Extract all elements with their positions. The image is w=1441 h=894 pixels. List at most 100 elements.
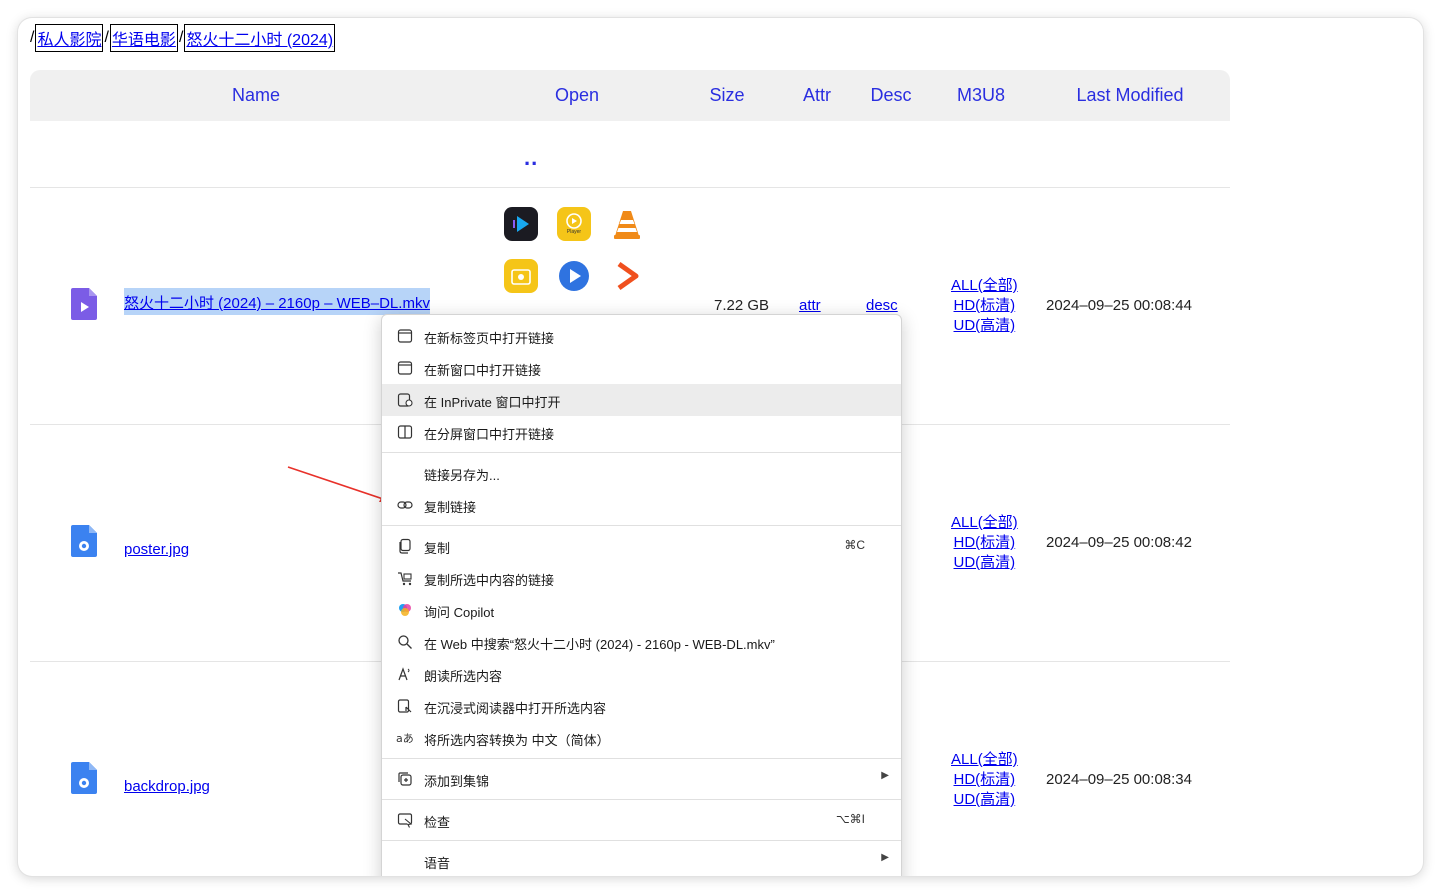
menu-item-label: 添加到集锦 [424,774,490,789]
breadcrumb-current-folder[interactable]: 怒火十二小时 (2024) [184,24,336,52]
attr-link[interactable]: attr [799,297,821,314]
menu-item-save-link-as[interactable]: 链接另存为... [382,457,901,489]
menu-item-label: 检查 [424,815,451,830]
menu-separator [382,840,901,841]
inspect-icon [396,811,414,829]
column-header-name[interactable]: Name [232,85,280,106]
breadcrumb-separator: / [104,29,109,46]
desc-link[interactable]: desc [866,297,898,314]
menu-item-ask-copilot[interactable]: 询问 Copilot [382,594,901,626]
m3u8-all-link[interactable]: ALL(全部) [951,276,1018,296]
context-menu: 在新标签页中打开链接 在新窗口中打开链接 在 InPrivate 窗口中打开 在… [381,314,902,876]
file-link-poster[interactable]: poster.jpg [124,541,189,558]
m3u8-links: ALL(全部) HD(标清) UD(高清) [951,513,1018,573]
menu-item-label: 在 Web 中搜索“怒火十二小时 (2024) - 2160p - WEB-DL… [424,637,775,652]
m3u8-links: ALL(全部) HD(标清) UD(高清) [951,276,1018,336]
menu-item-open-split-screen[interactable]: 在分屏窗口中打开链接 [382,416,901,448]
menu-separator [382,452,901,453]
browser-window: / 私人影院 / 华语电影 / 怒火十二小时 (2024) Name Open … [18,18,1423,876]
play-circle-icon[interactable] [557,259,591,293]
image-file-icon [71,525,97,557]
m3u8-all-link[interactable]: ALL(全部) [951,750,1018,770]
submenu-arrow-icon: ▶ [881,852,889,863]
vlc-icon[interactable] [610,207,644,241]
last-modified: 2024–09–25 00:08:34 [1046,771,1192,788]
menu-item-label: 在 InPrivate 窗口中打开 [424,395,561,410]
file-link-backdrop[interactable]: backdrop.jpg [124,778,210,795]
m3u8-ud-link[interactable]: UD(高清) [951,553,1018,573]
m3u8-hd-link[interactable]: HD(标清) [951,770,1018,790]
video-file-icon [71,288,97,320]
last-modified: 2024–09–25 00:08:44 [1046,297,1192,314]
menu-item-search-web[interactable]: 在 Web 中搜索“怒火十二小时 (2024) - 2160p - WEB-DL… [382,626,901,658]
menu-item-speech[interactable]: 语音 ▶ [382,845,901,876]
copy-link-selection-icon [396,569,414,587]
menu-item-inspect[interactable]: 检查 ⌥⌘I [382,804,901,836]
breadcrumb-separator: / [178,29,184,46]
copilot-icon [396,601,414,619]
menu-item-copy-link-to-selection[interactable]: 复制所选中内容的链接 [382,562,901,594]
m3u8-hd-link[interactable]: HD(标清) [951,533,1018,553]
menu-item-read-aloud[interactable]: 朗读所选内容 [382,658,901,690]
menu-separator [382,525,901,526]
menu-item-label: 将所选内容转换为 中文（简体） [424,733,610,748]
read-aloud-icon [396,665,414,683]
menu-item-copy-link[interactable]: 复制链接 [382,489,901,521]
menu-item-label: 在分屏窗口中打开链接 [424,427,555,442]
translate-icon: aあ [396,729,414,747]
file-table: Name Open Size Attr Desc M3U8 Last Modif… [30,70,1230,808]
table-row-parent: .. [30,121,1230,188]
file-link-video[interactable]: 怒火十二小时 (2024) – 2160p – WEB–DL.mkv [124,288,430,315]
breadcrumb-private-cinema[interactable]: 私人影院 [35,24,104,52]
menu-item-add-to-collections[interactable]: 添加到集锦 ▶ [382,763,901,795]
column-header-open: Open [554,85,600,105]
new-tab-icon [396,327,414,345]
menu-item-label: 复制所选中内容的链接 [424,573,555,588]
file-size: 7.22 GB [714,297,770,314]
menu-item-open-new-window[interactable]: 在新窗口中打开链接 [382,352,901,384]
menu-item-label: 在新窗口中打开链接 [424,363,542,378]
collections-icon [396,770,414,788]
menu-item-translate[interactable]: aあ 将所选内容转换为 中文（简体） [382,722,901,754]
inprivate-icon [396,391,414,409]
shortcut-label: ⌘C [844,538,865,552]
immersive-reader-icon [396,697,414,715]
column-header-size[interactable]: Size [709,85,744,106]
split-screen-icon [396,423,414,441]
parent-directory-link[interactable]: .. [524,145,538,171]
menu-item-copy[interactable]: 复制 ⌘C [382,530,901,562]
menu-item-open-new-tab[interactable]: 在新标签页中打开链接 [382,320,901,352]
m3u8-ud-link[interactable]: UD(高清) [951,316,1018,336]
breadcrumb-chinese-movies[interactable]: 华语电影 [109,24,178,52]
menu-separator [382,799,901,800]
m3u8-all-link[interactable]: ALL(全部) [951,513,1018,533]
m3u8-links: ALL(全部) HD(标清) UD(高清) [951,750,1018,810]
menu-item-label: 复制 [424,541,451,556]
search-icon [396,633,414,651]
column-header-last-modified[interactable]: Last Modified [1076,85,1183,106]
column-header-attr: Attr [802,85,832,105]
menu-item-label: 语音 [424,856,451,871]
menu-item-label: 朗读所选内容 [424,669,503,684]
table-header: Name Open Size Attr Desc M3U8 Last Modif… [30,70,1230,121]
menu-item-immersive-reader[interactable]: 在沉浸式阅读器中打开所选内容 [382,690,901,722]
folder-player-icon[interactable] [504,259,538,293]
player-icon[interactable]: Player [557,207,591,241]
column-header-m3u8: M3U8 [956,85,1006,105]
menu-item-label: 链接另存为... [424,468,500,483]
breadcrumb: / 私人影院 / 华语电影 / 怒火十二小时 (2024) [30,24,336,52]
infuse-icon[interactable] [504,207,538,241]
svg-text:aあ: aあ [396,732,414,745]
link-icon [396,496,414,514]
menu-separator [382,758,901,759]
m3u8-ud-link[interactable]: UD(高清) [951,790,1018,810]
menu-item-label: 复制链接 [424,500,477,515]
menu-item-open-inprivate[interactable]: 在 InPrivate 窗口中打开 [382,384,901,416]
shortcut-label: ⌥⌘I [835,812,865,826]
breadcrumb-separator: / [30,29,35,46]
menu-item-label: 在沉浸式阅读器中打开所选内容 [424,701,607,716]
copy-icon [396,537,414,555]
m3u8-hd-link[interactable]: HD(标清) [951,296,1018,316]
menu-item-label: 询问 Copilot [424,605,495,620]
media-player-icon[interactable] [610,259,644,293]
